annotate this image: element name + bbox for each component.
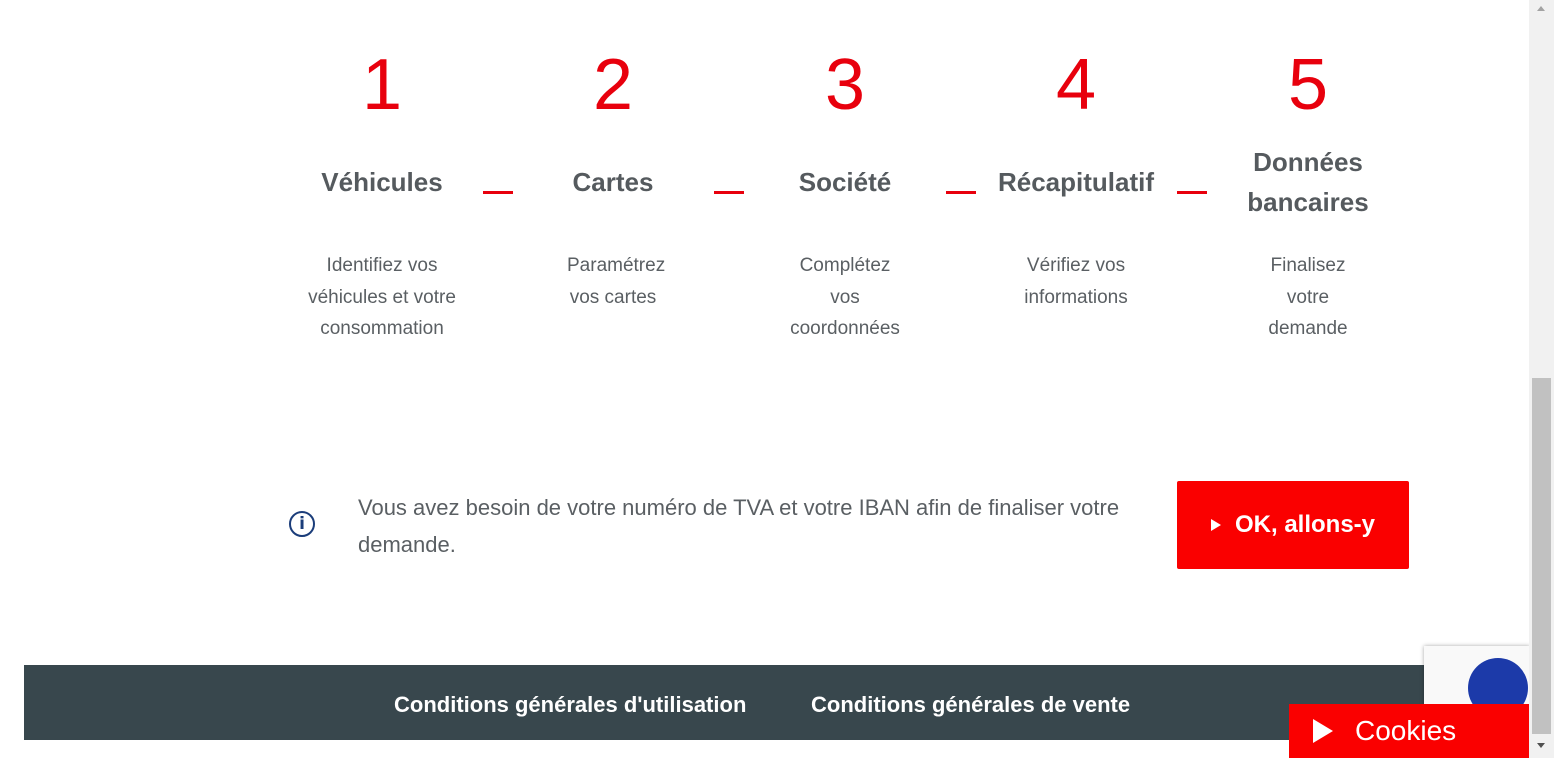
- page: 1 Véhicules Identifiez vos véhicules et …: [0, 0, 1554, 758]
- step-connector: [1177, 191, 1207, 194]
- ok-allons-y-button[interactable]: OK, allons-y: [1177, 481, 1409, 569]
- step-title: Données bancaires: [1247, 147, 1369, 217]
- footer-link-cgv[interactable]: Conditions générales de vente: [811, 691, 1130, 719]
- info-message: Vous avez besoin de votre numéro de TVA …: [358, 495, 1120, 557]
- step-description: Vérifiez vos informations: [1024, 255, 1128, 308]
- step-description: Paramétrez vos cartes: [567, 255, 666, 308]
- footer: Conditions générales d'utilisation Condi…: [24, 665, 1505, 740]
- cookies-button[interactable]: Cookies: [1289, 704, 1529, 758]
- step-number: 3: [824, 45, 866, 125]
- vertical-scrollbar[interactable]: [1529, 0, 1554, 758]
- play-icon: [1210, 519, 1221, 531]
- step-number: 2: [592, 45, 634, 125]
- scroll-down-icon[interactable]: [1537, 743, 1545, 748]
- scroll-up-icon[interactable]: [1537, 6, 1545, 11]
- recaptcha-badge[interactable]: [1424, 646, 1530, 706]
- step-description: Identifiez vos véhicules et votre consom…: [308, 255, 456, 339]
- steps-progress: 1 Véhicules Identifiez vos véhicules et …: [266, 0, 1424, 400]
- step-title: Société: [798, 167, 892, 197]
- step-number: 1: [361, 45, 403, 125]
- step-description: Complétez vos coordonnées: [790, 255, 900, 339]
- scrollbar-thumb[interactable]: [1532, 378, 1551, 734]
- info-icon: i: [289, 511, 315, 537]
- cta-label: OK, allons-y: [1234, 511, 1376, 538]
- cookies-label: Cookies: [1355, 715, 1457, 746]
- footer-link-cgu[interactable]: Conditions générales d'utilisation: [394, 691, 746, 719]
- recaptcha-logo-icon: [1468, 658, 1528, 706]
- step-title: Récapitulatif: [997, 167, 1155, 197]
- step-description: Finalisez votre demande: [1268, 255, 1348, 339]
- step-title: Cartes: [572, 167, 654, 197]
- step-title: Véhicules: [321, 167, 443, 197]
- play-icon: [1313, 719, 1333, 743]
- step-number: 4: [1055, 45, 1097, 125]
- step-number: 5: [1287, 45, 1329, 125]
